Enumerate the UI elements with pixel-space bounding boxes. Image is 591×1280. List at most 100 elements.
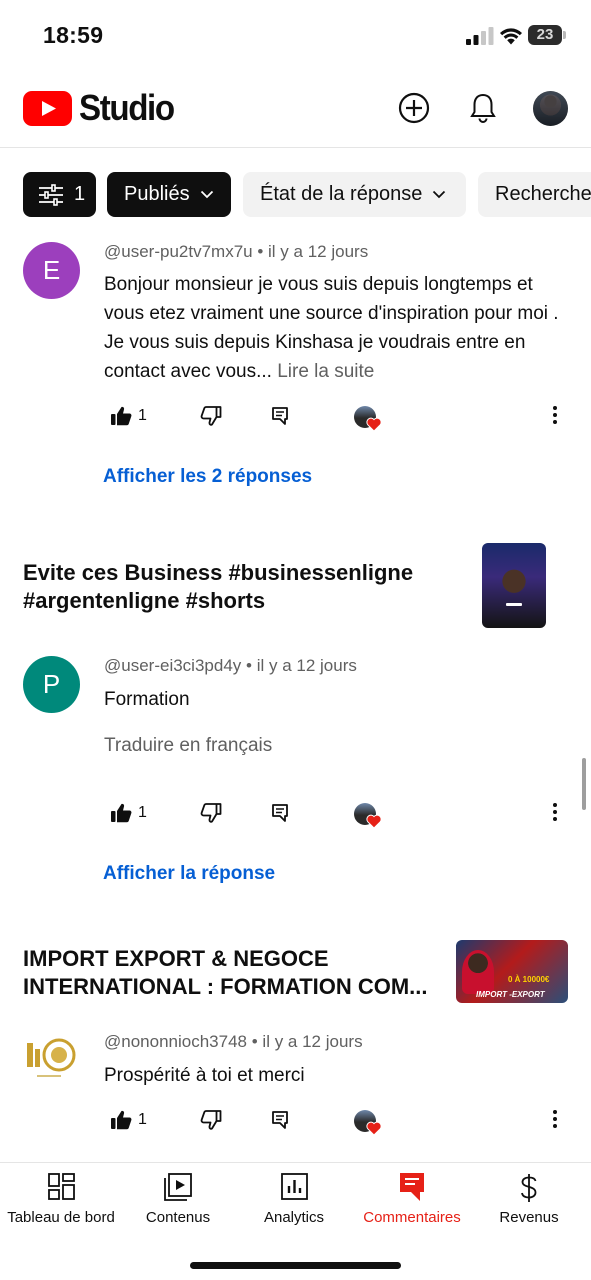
- thumbs-up-icon: [111, 1110, 132, 1130]
- nav-dashboard[interactable]: Tableau de bord: [0, 1163, 122, 1243]
- comment-time: il y a 12 jours: [262, 1032, 363, 1051]
- reply-comment-icon: [272, 804, 288, 822]
- creator-heart-button[interactable]: [354, 1110, 382, 1138]
- thumbs-down-icon: [200, 803, 222, 823]
- scroll-indicator[interactable]: [582, 758, 586, 810]
- comments-icon: [400, 1173, 424, 1201]
- heart-icon: [366, 814, 382, 829]
- like-button[interactable]: 1: [110, 1105, 147, 1135]
- notifications-bell-icon[interactable]: [466, 91, 500, 125]
- comment-actions: 1: [110, 401, 570, 434]
- dashboard-icon: [48, 1173, 75, 1200]
- show-replies-link[interactable]: Afficher les 2 réponses: [103, 466, 312, 488]
- thumbs-down-icon: [200, 1110, 222, 1130]
- video-thumbnail[interactable]: [482, 543, 546, 628]
- reply-comment-icon: [272, 407, 288, 425]
- battery-icon: 23: [528, 25, 566, 45]
- bottom-navigation: Tableau de bord Contenus Analytics Comme…: [0, 1162, 591, 1280]
- translate-link[interactable]: Traduire en français: [104, 735, 272, 757]
- show-reply-link[interactable]: Afficher la réponse: [103, 863, 275, 885]
- create-plus-icon[interactable]: [397, 91, 431, 125]
- comment-author[interactable]: @user-pu2tv7mx7u: [104, 242, 253, 261]
- response-state-filter-chip[interactable]: État de la réponse: [243, 172, 466, 217]
- comment-time: il y a 12 jours: [256, 656, 357, 675]
- account-avatar[interactable]: [533, 91, 568, 126]
- commenter-avatar[interactable]: P: [23, 656, 80, 713]
- heart-icon: [366, 417, 382, 432]
- reply-button[interactable]: [272, 798, 288, 828]
- more-vert-icon[interactable]: [552, 405, 558, 425]
- thumbnail-amount: 0 À 10000€: [508, 975, 550, 984]
- comment-author[interactable]: @nononnioch3748: [104, 1032, 247, 1051]
- avatar-letter: E: [42, 255, 61, 285]
- like-button[interactable]: 1: [110, 798, 147, 828]
- comment-actions: 1: [110, 1105, 570, 1138]
- content-icon: [164, 1173, 192, 1201]
- comment-meta: @user-pu2tv7mx7u • il y a 12 jours: [104, 242, 369, 261]
- reply-button[interactable]: [272, 1105, 288, 1135]
- like-count: 1: [138, 804, 147, 821]
- commenter-avatar[interactable]: [23, 1031, 80, 1088]
- thumbs-up-icon: [111, 406, 132, 426]
- published-filter-chip[interactable]: Publiés: [107, 172, 231, 217]
- comment-time: il y a 12 jours: [268, 242, 369, 261]
- nav-label: Commentaires: [363, 1209, 461, 1226]
- response-state-chip-label: État de la réponse: [260, 183, 423, 205]
- reply-comment-icon: [272, 1111, 288, 1129]
- nav-label: Contenus: [145, 1209, 211, 1226]
- nav-label: Revenus: [499, 1209, 559, 1226]
- more-vert-icon[interactable]: [552, 802, 558, 822]
- like-count: 1: [138, 407, 147, 424]
- filter-sliders-icon: [39, 183, 63, 206]
- search-chip-label: Recherche: [495, 183, 591, 205]
- creator-heart-button[interactable]: [354, 803, 382, 831]
- video-title[interactable]: IMPORT EXPORT & NEGOCE INTERNATIONAL : F…: [23, 945, 448, 1001]
- nav-comments[interactable]: Commentaires: [354, 1163, 470, 1243]
- creator-heart-button[interactable]: [354, 406, 382, 434]
- home-indicator[interactable]: [190, 1262, 401, 1269]
- battery-level: 23: [536, 26, 554, 43]
- status-bar: 18:59 23: [0, 0, 591, 70]
- dislike-button[interactable]: [200, 1105, 222, 1135]
- reply-button[interactable]: [272, 401, 288, 431]
- comment-body: Prospérité à toi et merci: [104, 1065, 305, 1086]
- filter-chips: 1 Publiés État de la réponse Recherche: [0, 148, 591, 238]
- video-thumbnail[interactable]: 0 À 10000€ IMPORT -EXPORT: [456, 940, 568, 1003]
- comment-meta: @user-ei3ci3pd4y • il y a 12 jours: [104, 656, 357, 675]
- nav-analytics[interactable]: Analytics: [234, 1163, 354, 1243]
- comment-actions: 1: [110, 798, 570, 831]
- filter-settings-chip[interactable]: 1: [23, 172, 96, 217]
- nav-content[interactable]: Contenus: [122, 1163, 234, 1243]
- heart-icon: [366, 1121, 382, 1136]
- dislike-button[interactable]: [200, 798, 222, 828]
- app-header: Studio: [0, 70, 591, 148]
- search-filter-chip[interactable]: Recherche: [478, 172, 591, 217]
- cellular-signal-icon: [466, 27, 494, 45]
- comment-text: Bonjour monsieur je vous suis depuis lon…: [104, 270, 574, 386]
- like-button[interactable]: 1: [110, 401, 147, 431]
- like-count: 1: [138, 1111, 147, 1128]
- read-more-link[interactable]: Lire la suite: [277, 361, 374, 382]
- filter-count: 1: [74, 183, 86, 205]
- comment-author[interactable]: @user-ei3ci3pd4y: [104, 656, 241, 675]
- thumbs-down-icon: [200, 406, 222, 426]
- comment-body: Formation: [104, 689, 190, 710]
- thumbs-up-icon: [111, 803, 132, 823]
- nav-label: Analytics: [263, 1209, 325, 1226]
- analytics-icon: [281, 1173, 308, 1200]
- chevron-down-icon: [433, 190, 446, 199]
- nav-label: Tableau de bord: [7, 1209, 115, 1226]
- studio-logo-text[interactable]: Studio: [79, 87, 175, 129]
- thumbnail-text: IMPORT -EXPORT: [476, 990, 545, 999]
- nav-revenue[interactable]: Revenus: [470, 1163, 588, 1243]
- commenter-avatar[interactable]: E: [23, 242, 80, 299]
- wifi-icon: [500, 28, 522, 45]
- video-title[interactable]: Evite ces Business #businessenligne #arg…: [23, 559, 463, 615]
- dollar-icon: [521, 1174, 537, 1202]
- dislike-button[interactable]: [200, 401, 222, 431]
- chevron-down-icon: [200, 190, 213, 199]
- comment-meta: @nononnioch3748 • il y a 12 jours: [104, 1032, 363, 1051]
- more-vert-icon[interactable]: [552, 1109, 558, 1129]
- gold-logo-avatar: [27, 1038, 76, 1077]
- published-chip-label: Publiés: [124, 183, 190, 205]
